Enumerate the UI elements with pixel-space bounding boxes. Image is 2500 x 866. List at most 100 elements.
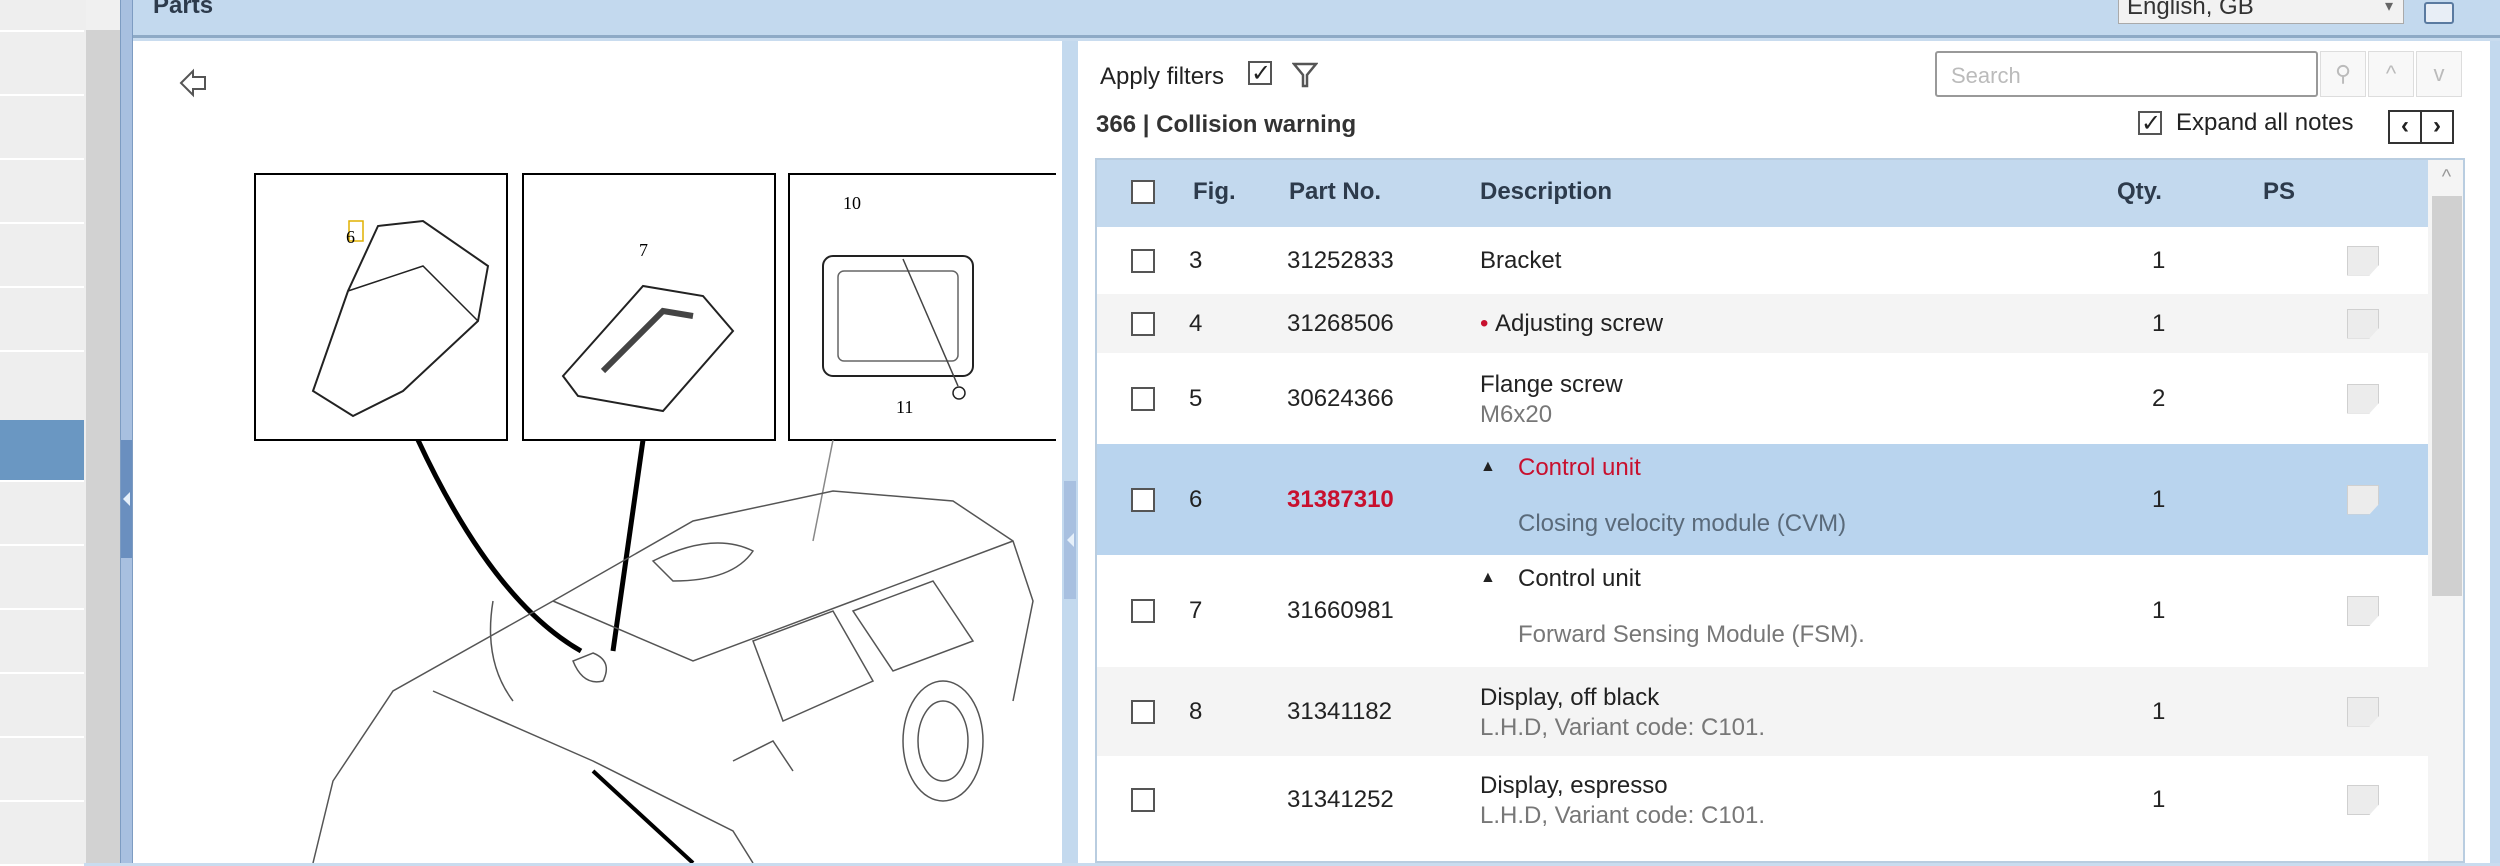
table-row[interactable]: 8 31341182 Display, off black L.H.D, Varia… xyxy=(1097,667,2428,756)
search-input[interactable]: Search xyxy=(1935,51,2318,97)
group-number: 366 xyxy=(1096,111,1137,138)
parts-table: Fig. Part No. Description Qty. PS 3 3125… xyxy=(1095,158,2465,863)
part-number[interactable]: 31387310 xyxy=(1287,486,1394,514)
sidebar-item[interactable] xyxy=(0,0,84,32)
part-number[interactable]: 31341182 xyxy=(1287,698,1392,726)
fig-number: 4 xyxy=(1189,309,1203,337)
callout-10[interactable]: 10 xyxy=(843,193,861,213)
print-icon[interactable] xyxy=(2424,2,2454,24)
panel-splitter[interactable] xyxy=(1062,41,1078,863)
fig-number: 8 xyxy=(1189,697,1203,725)
part-note: L.H.D, Variant code: C101. xyxy=(1480,713,1766,741)
col-qty[interactable]: Qty. xyxy=(2117,178,2162,206)
car-outline xyxy=(312,490,1034,863)
table-row[interactable]: 3 31252833 Bracket 1 xyxy=(1097,227,2428,294)
quantity: 1 xyxy=(2152,485,2166,513)
col-ps[interactable]: PS xyxy=(2263,178,2295,206)
part-number[interactable]: 31268506 xyxy=(1287,310,1394,338)
part-number[interactable]: 31341252 xyxy=(1287,786,1394,814)
callout-11[interactable]: 11 xyxy=(896,397,913,417)
part-description: Display, off black xyxy=(1480,683,1660,711)
part-number[interactable]: 31252833 xyxy=(1287,247,1394,275)
row-checkbox[interactable] xyxy=(1131,699,1155,724)
detail-box-7 xyxy=(522,173,776,441)
sidebar-item[interactable] xyxy=(0,740,84,802)
part-description: Adjusting screw xyxy=(1495,309,1664,337)
part-description: Control unit xyxy=(1518,565,1641,592)
note-icon[interactable] xyxy=(2347,383,2379,414)
search-icon[interactable]: ⚲ xyxy=(2320,51,2366,97)
fig-number: 5 xyxy=(1189,384,1203,412)
row-checkbox[interactable] xyxy=(1131,248,1155,273)
fig-number: 7 xyxy=(1189,597,1203,624)
prev-button[interactable]: ‹ xyxy=(2390,112,2422,142)
group-name: Collision warning xyxy=(1156,111,1357,138)
row-checkbox[interactable] xyxy=(1131,788,1155,812)
sidebar-item[interactable] xyxy=(0,98,84,160)
sidebar-item[interactable] xyxy=(0,290,84,352)
col-part-no[interactable]: Part No. xyxy=(1289,178,1381,206)
note-icon[interactable] xyxy=(2347,308,2379,339)
language-select[interactable]: English, GB ▾ xyxy=(2118,0,2404,24)
part-number[interactable]: 31660981 xyxy=(1287,597,1394,625)
fig-number: 3 xyxy=(1189,246,1203,274)
scroll-up-icon[interactable]: ^ xyxy=(2428,160,2463,194)
note-icon[interactable] xyxy=(2347,785,2379,815)
col-fig[interactable]: Fig. xyxy=(1193,178,1236,206)
note-icon[interactable] xyxy=(2347,596,2379,626)
note-navigation: ‹ › xyxy=(2388,110,2454,144)
note-icon[interactable] xyxy=(2347,696,2379,727)
quantity: 1 xyxy=(2152,697,2166,725)
table-row[interactable]: 6 31387310 ▲ Control unit Closing velocity … xyxy=(1097,444,2428,555)
filter-icon[interactable] xyxy=(1292,61,1318,89)
row-checkbox[interactable] xyxy=(1131,487,1155,512)
panel-border xyxy=(2490,41,2500,863)
part-number[interactable]: 30624366 xyxy=(1287,385,1394,413)
bullet-icon: • xyxy=(1480,309,1489,337)
note-icon[interactable] xyxy=(2347,484,2379,515)
row-checkbox[interactable] xyxy=(1131,599,1155,623)
sidebar-item[interactable] xyxy=(0,612,84,674)
collapse-sidebar-handle[interactable] xyxy=(120,0,133,863)
select-all-checkbox[interactable] xyxy=(1131,180,1155,204)
table-row[interactable]: 31341252 Display, espresso L.H.D, Variant … xyxy=(1097,756,2428,844)
part-description: Display, espresso xyxy=(1480,772,1668,799)
search-next-icon[interactable]: v xyxy=(2416,51,2462,97)
col-description[interactable]: Description xyxy=(1480,178,1612,206)
sidebar-item[interactable] xyxy=(0,34,84,96)
sidebar-item[interactable] xyxy=(0,226,84,288)
sidebar-item[interactable] xyxy=(0,676,84,738)
apply-filters-checkbox[interactable] xyxy=(1248,59,1272,88)
expand-notes-checkbox[interactable] xyxy=(2138,109,2162,138)
parts-illustration[interactable]: 6 7 10 11 xyxy=(133,41,1062,863)
table-scrollbar[interactable]: ^ xyxy=(2428,160,2463,861)
collapse-triangle-icon[interactable]: ▲ xyxy=(1480,569,1496,587)
illustration-panel: 6 7 10 11 xyxy=(133,41,1062,863)
sidebar-item[interactable] xyxy=(0,804,84,866)
sidebar-item-active[interactable] xyxy=(0,420,84,482)
table-row[interactable]: 5 30624366 Flange screw M6x20 2 xyxy=(1097,353,2428,444)
callout-7[interactable]: 7 xyxy=(639,240,648,260)
row-checkbox[interactable] xyxy=(1131,386,1155,411)
next-button[interactable]: › xyxy=(2422,112,2452,142)
callout-6[interactable]: 6 xyxy=(346,227,355,247)
table-row[interactable]: 7 31660981 ▲ Control unit Forward Sensing M… xyxy=(1097,555,2428,667)
scrollbar-thumb[interactable] xyxy=(2432,196,2462,596)
row-checkbox[interactable] xyxy=(1131,311,1155,336)
page-title: Parts xyxy=(153,0,214,19)
search-prev-icon[interactable]: ^ xyxy=(2368,51,2414,97)
sidebar-item[interactable] xyxy=(0,162,84,224)
part-note: Forward Sensing Module (FSM). xyxy=(1518,621,1865,648)
part-note: L.H.D, Variant code: C101. xyxy=(1480,802,1766,829)
part-description: Bracket xyxy=(1480,246,1562,274)
sidebar-scrollbar[interactable] xyxy=(86,0,120,863)
note-icon[interactable] xyxy=(2347,245,2379,276)
table-row[interactable]: 4 31268506 • Adjusting screw 1 xyxy=(1097,294,2428,353)
collapse-triangle-icon[interactable]: ▲ xyxy=(1480,458,1496,476)
expand-notes-label: Expand all notes xyxy=(2176,109,2354,136)
sidebar-item[interactable] xyxy=(0,548,84,610)
sidebar-item[interactable] xyxy=(0,484,84,546)
fig-number: 6 xyxy=(1189,485,1203,513)
table-header: Fig. Part No. Description Qty. PS xyxy=(1097,160,2428,227)
sidebar xyxy=(0,0,86,866)
